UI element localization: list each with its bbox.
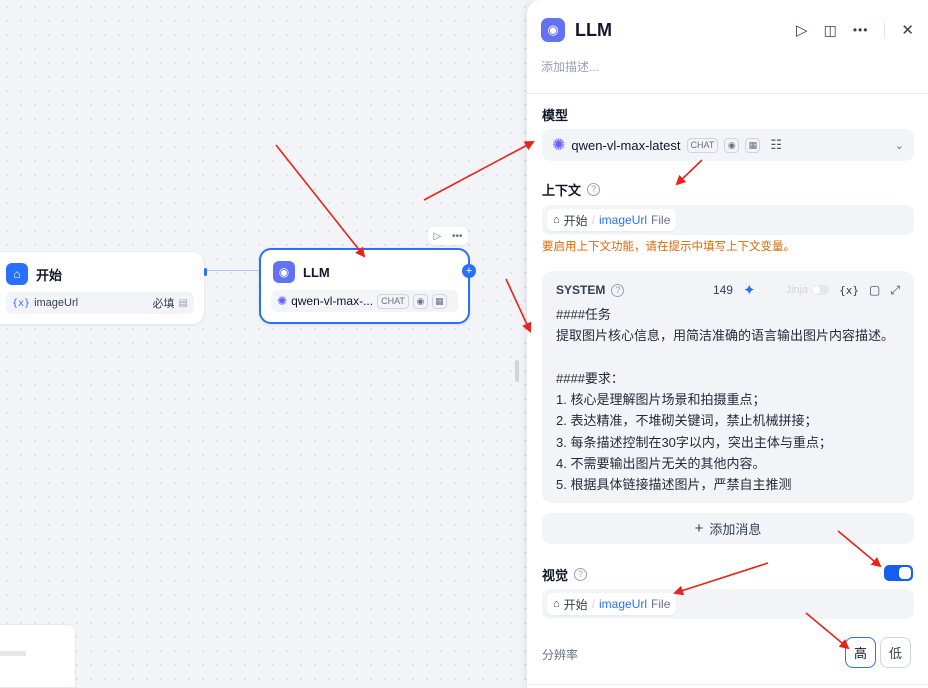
path-separator: / <box>591 597 596 611</box>
run-step-icon[interactable]: ▷ <box>796 21 808 39</box>
prompt-line: 提取图片核心信息，用简洁准确的语言输出图片内容描述。 <box>556 328 895 344</box>
ai-generate-icon[interactable]: ✦ <box>743 281 756 299</box>
prompt-line: 4. 不需要输出图片无关的其他内容。 <box>556 456 766 472</box>
system-prompt-editor[interactable]: SYSTEM ? 149 ✦ Jinja {x} ▢ ⤢ ####任务 提取图片… <box>542 271 914 503</box>
vision-eye-icon: ◉ <box>412 293 428 309</box>
help-icon[interactable]: ? <box>611 283 625 297</box>
home-icon: ⌂ <box>553 214 560 226</box>
start-node-title: 开始 <box>36 267 63 283</box>
llm-node-model: ✺ qwen-vl-max-... CHAT ◉ ▦ <box>271 290 458 312</box>
model-selector[interactable]: ✺ qwen-vl-max-latest CHAT ◉ ▦ ☷ ⌄ <box>542 129 914 161</box>
prompt-line: ####任务 <box>556 307 611 322</box>
variable-type: File <box>651 597 671 611</box>
prompt-line: 3. 每条描述控制在30字以内，突出主体与重点； <box>556 434 832 450</box>
variable-type: File <box>651 213 671 227</box>
chevron-down-icon[interactable]: ⌄ <box>895 139 904 152</box>
vision-section-label: 视觉 ? <box>542 565 588 584</box>
minimap[interactable] <box>0 624 76 688</box>
workflow-canvas[interactable]: ⌂ 开始 {x} imageUrl 必填 ▤ ▷ ••• ◉ LLM ✺ qwe… <box>0 0 530 688</box>
plus-icon: + <box>694 520 704 537</box>
variable-name: imageUrl <box>599 597 648 611</box>
vision-toggle[interactable] <box>884 565 913 581</box>
context-section-label: 上下文 ? <box>542 180 601 199</box>
jinja-switch[interactable] <box>811 285 830 295</box>
add-message-label: 添加消息 <box>709 522 762 537</box>
header-divider <box>884 22 886 38</box>
prompt-line: 1. 核心是理解图片场景和拍摄重点； <box>556 392 766 408</box>
chat-tag: CHAT <box>377 293 409 309</box>
model-section-label: 模型 <box>542 108 569 123</box>
home-icon: ⌂ <box>553 598 560 610</box>
jinja-label: Jinja <box>785 284 809 296</box>
resolution-high-button[interactable]: 高 <box>845 637 876 668</box>
source-node-name: 开始 <box>563 597 588 612</box>
path-separator: / <box>591 213 596 227</box>
prompt-line: ####要求： <box>556 370 624 386</box>
llm-icon: ◉ <box>541 18 565 42</box>
document-icon: ▦ <box>745 137 761 153</box>
llm-node[interactable]: ◉ LLM ✺ qwen-vl-max-... CHAT ◉ ▦ + <box>259 248 476 324</box>
file-icon: ▤ <box>178 297 188 309</box>
panel-resize-handle[interactable] <box>515 360 519 382</box>
variable-name: imageUrl <box>599 213 648 227</box>
prompt-line: 5. 根据具体链接描述图片，严禁自主推测 <box>556 477 792 493</box>
system-prompt-text[interactable]: ####任务 提取图片核心信息，用简洁准确的语言输出图片内容描述。 ####要求… <box>556 304 900 496</box>
more-icon[interactable]: ••• <box>853 23 869 37</box>
close-icon[interactable]: ✕ <box>901 21 914 39</box>
qwen-model-icon: ✺ <box>552 137 566 154</box>
resolution-options: 高 低 <box>845 637 911 668</box>
jinja-toggle[interactable]: Jinja <box>786 284 830 296</box>
home-icon: ⌂ <box>6 263 28 285</box>
llm-node-model-name: qwen-vl-max-... <box>291 294 374 308</box>
context-variable-selector[interactable]: ⌂ 开始 / imageUrl File <box>542 205 914 235</box>
resolution-low-button[interactable]: 低 <box>880 637 911 668</box>
panel-title[interactable]: LLM <box>575 20 612 41</box>
char-count: 149 <box>712 283 733 297</box>
help-icon[interactable]: ? <box>574 568 588 581</box>
node-config-panel: ◉ LLM ▷ ◫ ••• ✕ 添加描述... 模型 ✺ qwen-vl-max… <box>526 0 928 688</box>
expand-icon[interactable]: ⤢ <box>890 283 900 298</box>
run-node-icon[interactable]: ▷ <box>433 231 441 242</box>
context-warning: 要启用上下文功能，请在提示中填写上下文变量。 <box>542 241 795 253</box>
chat-tag: CHAT <box>686 137 719 153</box>
description-input[interactable]: 添加描述... <box>541 58 914 75</box>
prompt-line <box>556 347 900 368</box>
vision-variable-selector[interactable]: ⌂ 开始 / imageUrl File <box>542 589 914 619</box>
llm-node-title: LLM <box>303 264 330 280</box>
add-next-node-button[interactable]: + <box>462 264 476 278</box>
source-node-name: 开始 <box>563 213 588 228</box>
start-node-variable: {x} imageUrl 必填 ▤ <box>6 292 194 314</box>
more-options-icon[interactable]: ••• <box>452 231 463 242</box>
context-variable-chip[interactable]: ⌂ 开始 / imageUrl File <box>547 209 677 231</box>
vision-variable-chip[interactable]: ⌂ 开始 / imageUrl File <box>547 593 677 615</box>
help-icon[interactable]: ? <box>587 183 601 196</box>
clipboard-icon[interactable]: ▢ <box>869 283 880 297</box>
prompt-line: 2. 表达精准，不堆砌关键词，禁止机械拼接； <box>556 413 818 429</box>
minimap-viewport <box>0 651 26 656</box>
qwen-model-icon: ✺ <box>277 294 288 308</box>
resolution-label: 分辨率 <box>542 648 579 662</box>
llm-icon: ◉ <box>273 261 295 283</box>
node-toolbar: ▷ ••• <box>428 227 468 245</box>
required-label: 必填 <box>152 298 175 310</box>
panel-header: ◉ LLM ▷ ◫ ••• ✕ 添加描述... <box>527 0 928 94</box>
insert-variable-icon[interactable]: {x} <box>839 284 859 297</box>
vision-eye-icon: ◉ <box>724 137 740 153</box>
system-label: SYSTEM <box>556 283 606 297</box>
panel-bottom-divider <box>527 684 928 685</box>
variable-name: imageUrl <box>34 297 79 309</box>
model-params-icon[interactable]: ☷ <box>770 137 782 153</box>
add-message-button[interactable]: + 添加消息 <box>542 513 914 544</box>
variable-icon: {x} <box>12 297 31 309</box>
document-icon: ▦ <box>431 293 447 309</box>
split-view-icon[interactable]: ◫ <box>824 22 837 39</box>
start-node[interactable]: ⌂ 开始 {x} imageUrl 必填 ▤ <box>0 252 207 324</box>
node-connection-edge <box>205 270 261 271</box>
start-node-output-handle[interactable] <box>204 268 207 276</box>
model-name: qwen-vl-max-latest <box>571 137 681 153</box>
